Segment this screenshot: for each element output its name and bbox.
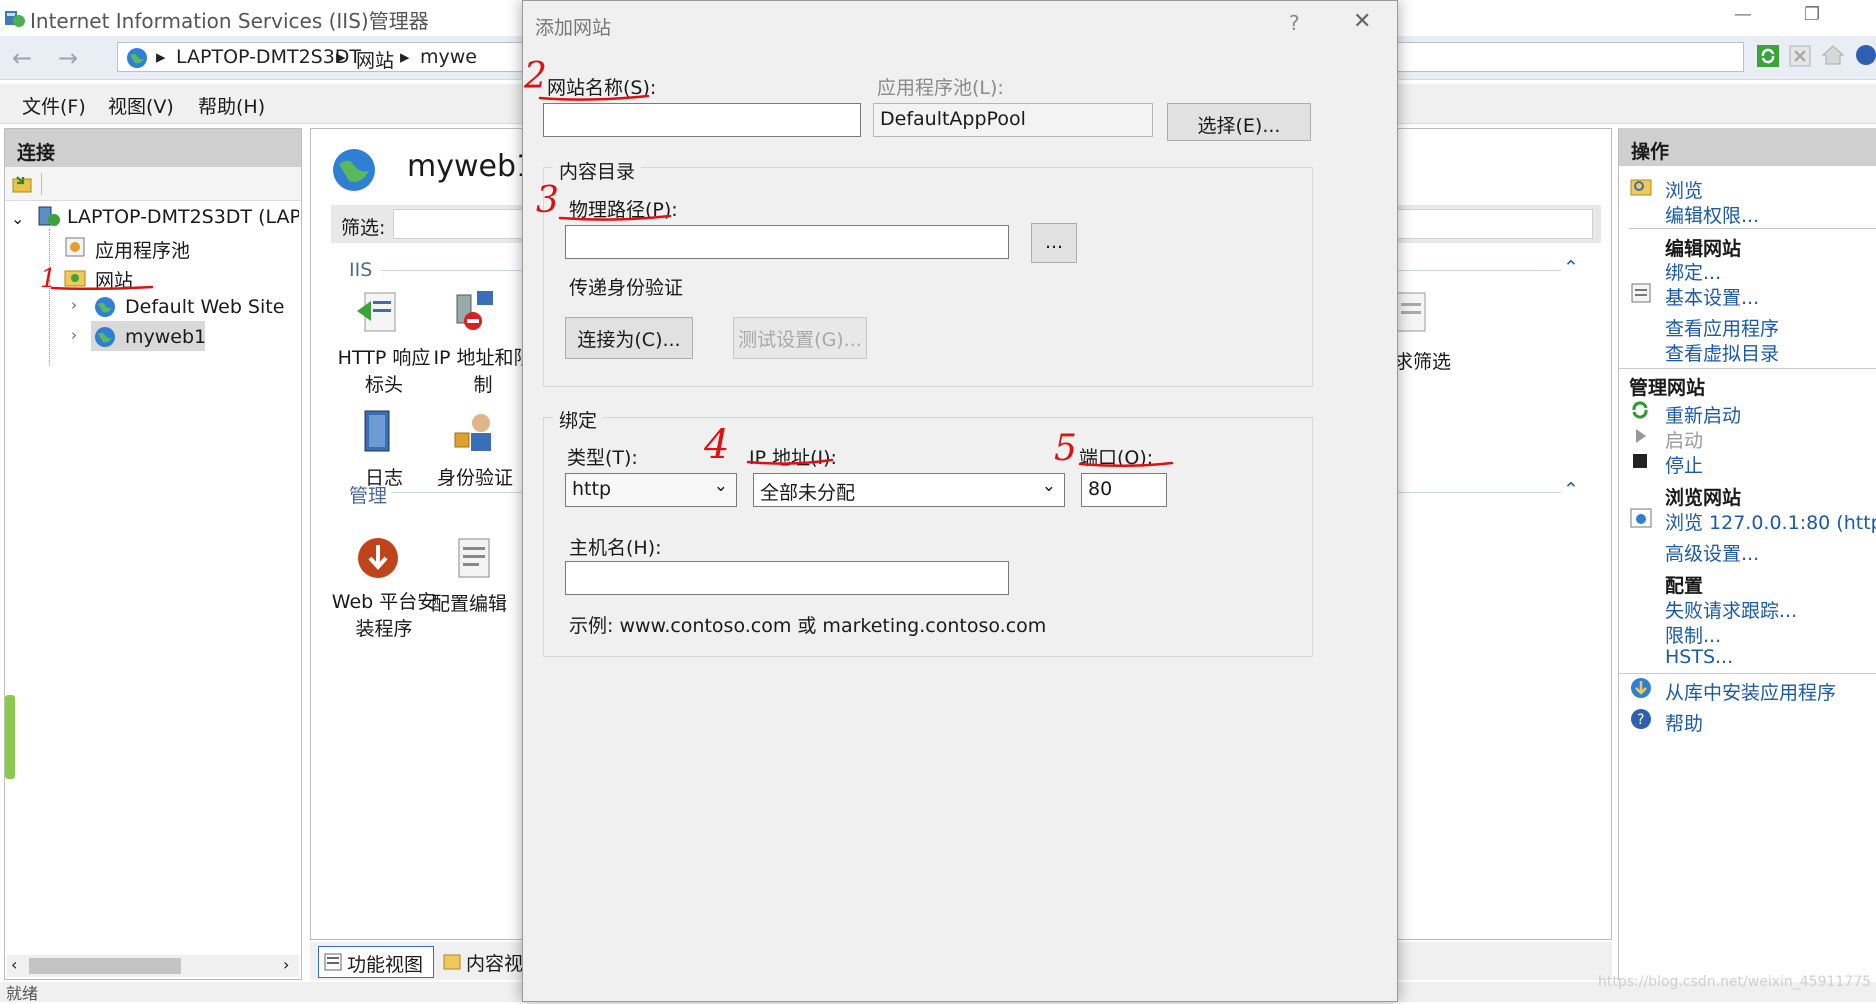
annotation-5: 5: [1054, 428, 1077, 469]
annotation-1: 1: [40, 264, 57, 294]
annotation-3: 3: [536, 180, 559, 221]
annotation-4: 4: [704, 422, 730, 468]
annotation-2: 2: [524, 56, 547, 97]
annotation-overlay: [50, 94, 1174, 468]
